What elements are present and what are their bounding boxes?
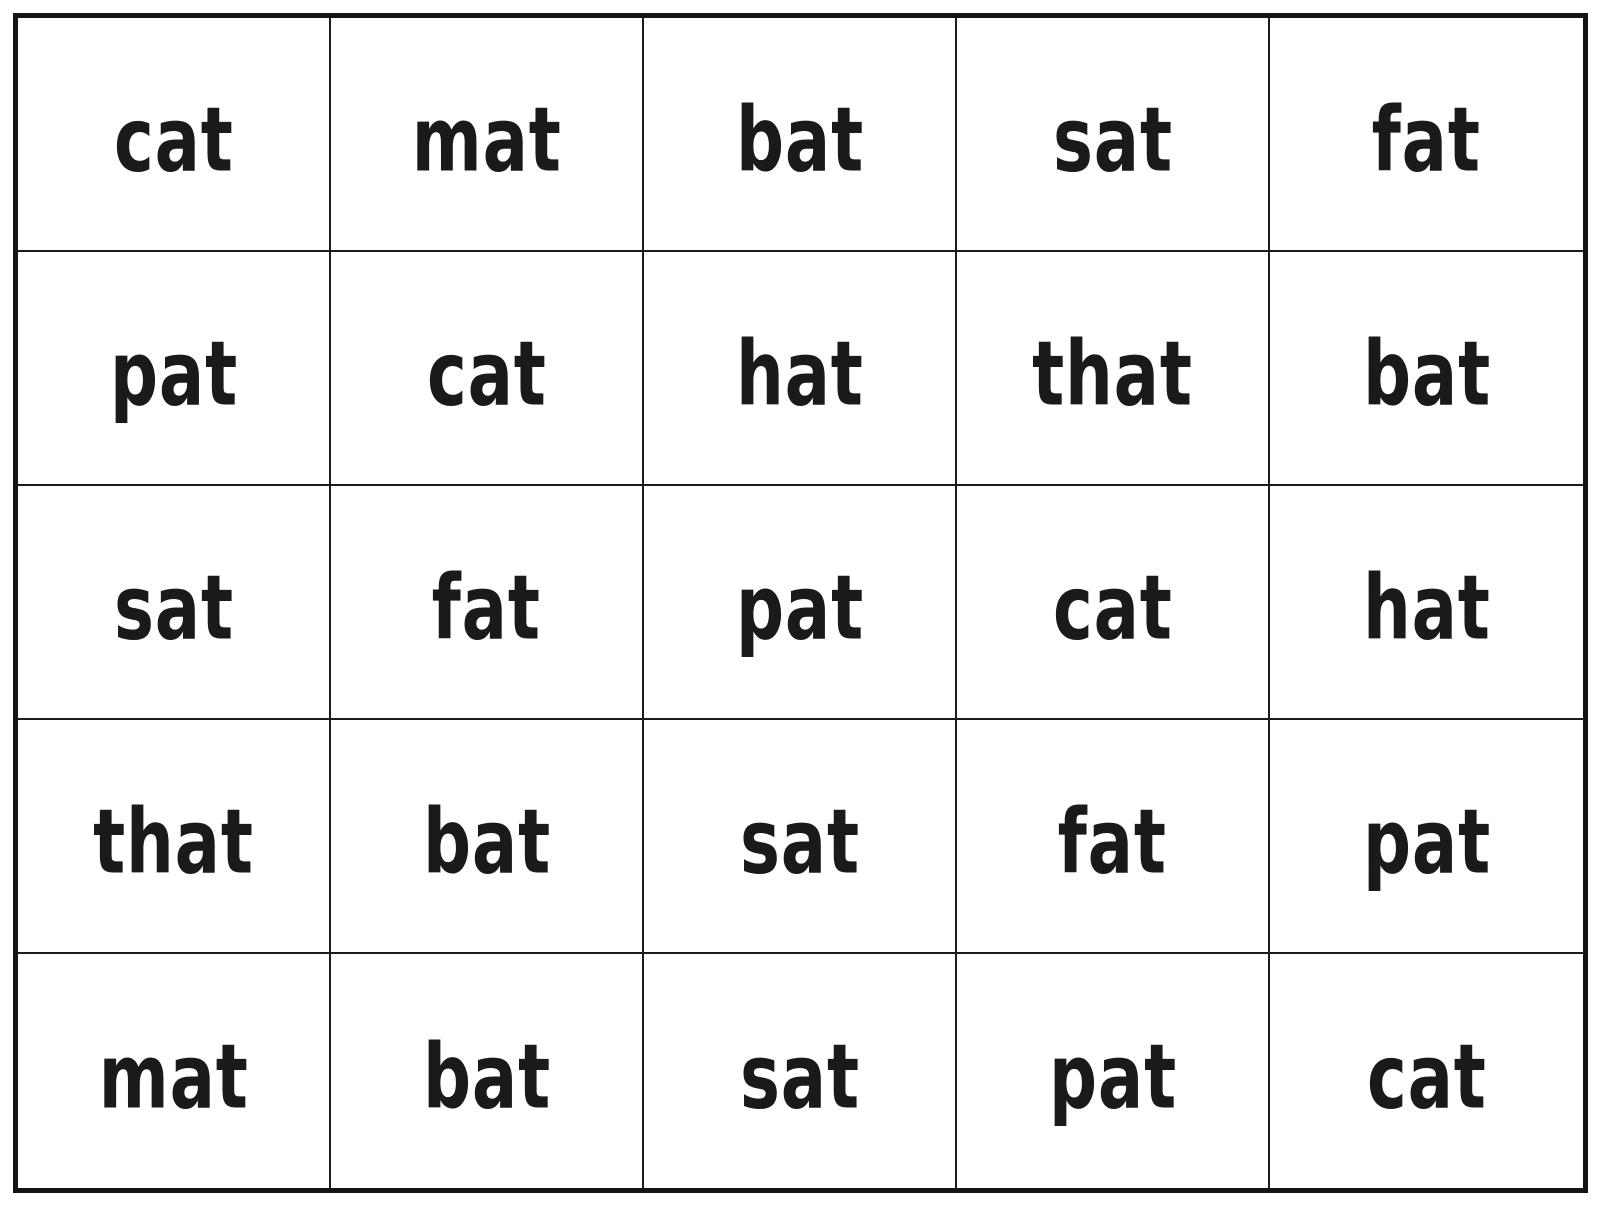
- word-label: sat: [739, 1025, 860, 1129]
- word-card[interactable]: bat: [331, 954, 644, 1188]
- word-label: bat: [422, 1025, 551, 1129]
- word-label: sat: [739, 790, 860, 894]
- word-label: bat: [735, 88, 864, 192]
- word-card[interactable]: that: [18, 720, 331, 952]
- word-card[interactable]: pat: [957, 954, 1270, 1188]
- word-card[interactable]: bat: [644, 18, 957, 250]
- word-label: bat: [422, 790, 551, 894]
- word-label: cat: [1366, 1025, 1487, 1129]
- word-row: cat mat bat sat fat: [18, 18, 1583, 252]
- word-card[interactable]: sat: [18, 486, 331, 718]
- word-label: cat: [1052, 556, 1173, 660]
- word-card[interactable]: bat: [331, 720, 644, 952]
- word-card[interactable]: pat: [644, 486, 957, 718]
- word-label: cat: [426, 322, 547, 426]
- word-label: hat: [735, 322, 864, 426]
- word-label: cat: [113, 88, 234, 192]
- word-row: mat bat sat pat cat: [18, 954, 1583, 1188]
- word-card[interactable]: cat: [18, 18, 331, 250]
- word-card[interactable]: sat: [644, 720, 957, 952]
- word-label: pat: [735, 556, 864, 660]
- word-card[interactable]: pat: [1270, 720, 1583, 952]
- word-card[interactable]: bat: [1270, 252, 1583, 484]
- word-label: fat: [431, 556, 542, 660]
- word-label: that: [1032, 322, 1193, 426]
- word-card[interactable]: mat: [18, 954, 331, 1188]
- word-label: hat: [1362, 556, 1491, 660]
- word-card[interactable]: fat: [331, 486, 644, 718]
- word-card[interactable]: fat: [957, 720, 1270, 952]
- word-card[interactable]: sat: [957, 18, 1270, 250]
- word-card[interactable]: cat: [1270, 954, 1583, 1188]
- word-card[interactable]: hat: [1270, 486, 1583, 718]
- word-label: fat: [1371, 88, 1482, 192]
- word-label: pat: [109, 322, 238, 426]
- word-label: sat: [1052, 88, 1173, 192]
- word-card[interactable]: fat: [1270, 18, 1583, 250]
- word-label: pat: [1362, 790, 1491, 894]
- word-label: mat: [98, 1025, 249, 1129]
- word-row: pat cat hat that bat: [18, 252, 1583, 486]
- word-card[interactable]: hat: [644, 252, 957, 484]
- word-label: pat: [1048, 1025, 1177, 1129]
- word-card[interactable]: mat: [331, 18, 644, 250]
- word-label: that: [93, 790, 254, 894]
- word-card[interactable]: sat: [644, 954, 957, 1188]
- worksheet-page: cat mat bat sat fat pat cat hat that bat…: [0, 0, 1600, 1207]
- word-card[interactable]: that: [957, 252, 1270, 484]
- word-row: sat fat pat cat hat: [18, 486, 1583, 720]
- word-label: bat: [1362, 322, 1491, 426]
- word-card[interactable]: cat: [957, 486, 1270, 718]
- word-label: fat: [1057, 790, 1168, 894]
- word-row: that bat sat fat pat: [18, 720, 1583, 954]
- word-label: mat: [411, 88, 562, 192]
- word-card[interactable]: pat: [18, 252, 331, 484]
- word-card[interactable]: cat: [331, 252, 644, 484]
- word-label: sat: [113, 556, 234, 660]
- word-card-grid: cat mat bat sat fat pat cat hat that bat…: [13, 13, 1588, 1193]
